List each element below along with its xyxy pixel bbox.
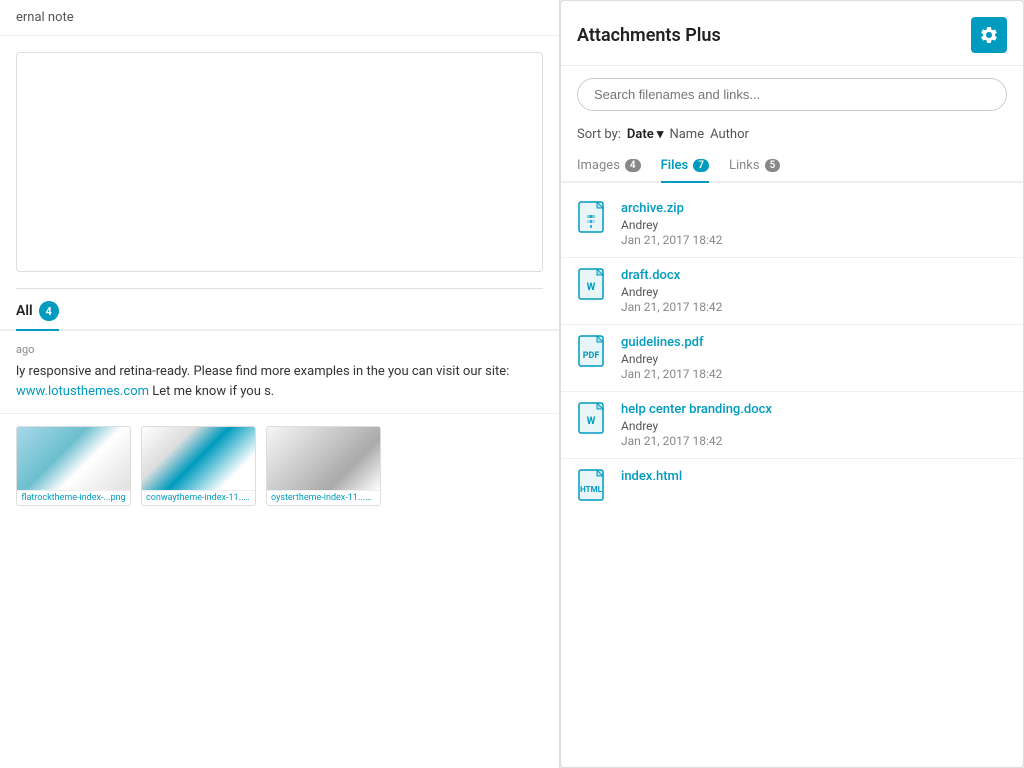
gear-icon	[979, 25, 999, 45]
file-info-docx1: draft.docx Andrey Jan 21, 2017 18:42	[621, 268, 1007, 314]
thumbnail-1[interactable]: flatrocktheme-index-...png	[16, 426, 131, 506]
file-author-pdf: Andrey	[621, 352, 1007, 366]
file-info-pdf: guidelines.pdf Andrey Jan 21, 2017 18:42	[621, 335, 1007, 381]
svg-text:HTML: HTML	[580, 485, 602, 494]
file-author-docx1: Andrey	[621, 285, 1007, 299]
file-name-html: index.html	[621, 469, 1007, 484]
tab-links-label: Links	[729, 158, 760, 173]
attachments-title: Attachments Plus	[577, 25, 721, 46]
sort-author[interactable]: Author	[710, 127, 749, 142]
svg-text:W: W	[587, 282, 596, 293]
file-date-pdf: Jan 21, 2017 18:42	[621, 367, 1007, 381]
file-item-docx1[interactable]: W draft.docx Andrey Jan 21, 2017 18:42	[561, 258, 1023, 325]
sort-date[interactable]: Date ▾	[627, 127, 664, 142]
tab-links[interactable]: Links 5	[729, 150, 780, 183]
file-item-docx2[interactable]: W help center branding.docx Andrey Jan 2…	[561, 392, 1023, 459]
left-panel: ernal note All 4 ago ly responsive and r…	[0, 0, 560, 768]
file-author-zip: Andrey	[621, 218, 1007, 232]
tab-images[interactable]: Images 4	[577, 150, 641, 183]
tab-files[interactable]: Files 7	[661, 150, 709, 183]
comment-text: ly responsive and retina-ready. Please f…	[16, 362, 543, 401]
tabs-area: Images 4 Files 7 Links 5	[561, 150, 1023, 183]
thumb-img-2	[142, 427, 255, 490]
file-item-html[interactable]: HTML index.html	[561, 459, 1023, 517]
sort-name[interactable]: Name	[669, 127, 704, 142]
thumb-label-2: conwaytheme-index-11...png	[142, 490, 255, 505]
html-file-icon: HTML	[577, 469, 609, 507]
search-area	[561, 66, 1023, 123]
file-item-pdf[interactable]: PDF guidelines.pdf Andrey Jan 21, 2017 1…	[561, 325, 1023, 392]
all-tab-badge: 4	[39, 301, 59, 321]
all-tab[interactable]: All 4	[16, 301, 59, 331]
file-name-zip: archive.zip	[621, 201, 1007, 216]
tab-images-label: Images	[577, 158, 620, 173]
attachments-header: Attachments Plus	[561, 1, 1023, 66]
file-item-zip[interactable]: archive.zip Andrey Jan 21, 2017 18:42	[561, 191, 1023, 258]
comment-link[interactable]: www.lotusthemes.com	[16, 384, 149, 399]
file-name-docx2: help center branding.docx	[621, 402, 1007, 417]
internal-note-label: ernal note	[0, 0, 559, 36]
comment-section: ago ly responsive and retina-ready. Plea…	[0, 331, 559, 414]
thumb-label-3: oystertheme-index-11...png	[267, 490, 380, 505]
file-author-docx2: Andrey	[621, 419, 1007, 433]
thumbnail-2[interactable]: conwaytheme-index-11...png	[141, 426, 256, 506]
sort-label: Sort by:	[577, 127, 621, 142]
file-date-docx2: Jan 21, 2017 18:42	[621, 434, 1007, 448]
file-info-zip: archive.zip Andrey Jan 21, 2017 18:42	[621, 201, 1007, 247]
svg-text:PDF: PDF	[583, 351, 600, 361]
comment-meta: ago	[16, 343, 543, 356]
file-date-zip: Jan 21, 2017 18:42	[621, 233, 1007, 247]
file-date-docx1: Jan 21, 2017 18:42	[621, 300, 1007, 314]
file-name-docx1: draft.docx	[621, 268, 1007, 283]
gear-button[interactable]	[971, 17, 1007, 53]
zip-file-icon	[577, 201, 609, 239]
thumbnails-row: flatrocktheme-index-...png conwaytheme-i…	[0, 414, 559, 518]
thumbnail-3[interactable]: oystertheme-index-11...png	[266, 426, 381, 506]
svg-text:W: W	[587, 416, 596, 427]
thumb-img-3	[267, 427, 380, 490]
all-tab-area: All 4	[0, 289, 559, 331]
search-input[interactable]	[577, 78, 1007, 111]
docx-file-icon-2: W	[577, 402, 609, 440]
docx-file-icon-1: W	[577, 268, 609, 306]
right-panel: Attachments Plus Sort by: Date ▾ Name Au…	[560, 0, 1024, 768]
sort-area: Sort by: Date ▾ Name Author	[561, 123, 1023, 150]
all-tab-label: All	[16, 303, 33, 319]
files-list: archive.zip Andrey Jan 21, 2017 18:42 W …	[561, 183, 1023, 767]
tab-files-label: Files	[661, 158, 689, 173]
file-name-pdf: guidelines.pdf	[621, 335, 1007, 350]
thumb-label-1: flatrocktheme-index-...png	[17, 490, 130, 505]
file-info-html: index.html	[621, 469, 1007, 486]
note-textarea[interactable]	[16, 52, 543, 272]
pdf-file-icon: PDF	[577, 335, 609, 373]
tab-images-count: 4	[625, 159, 641, 172]
thumb-img-1	[17, 427, 130, 490]
tab-files-count: 7	[693, 159, 709, 172]
file-info-docx2: help center branding.docx Andrey Jan 21,…	[621, 402, 1007, 448]
tab-links-count: 5	[765, 159, 781, 172]
